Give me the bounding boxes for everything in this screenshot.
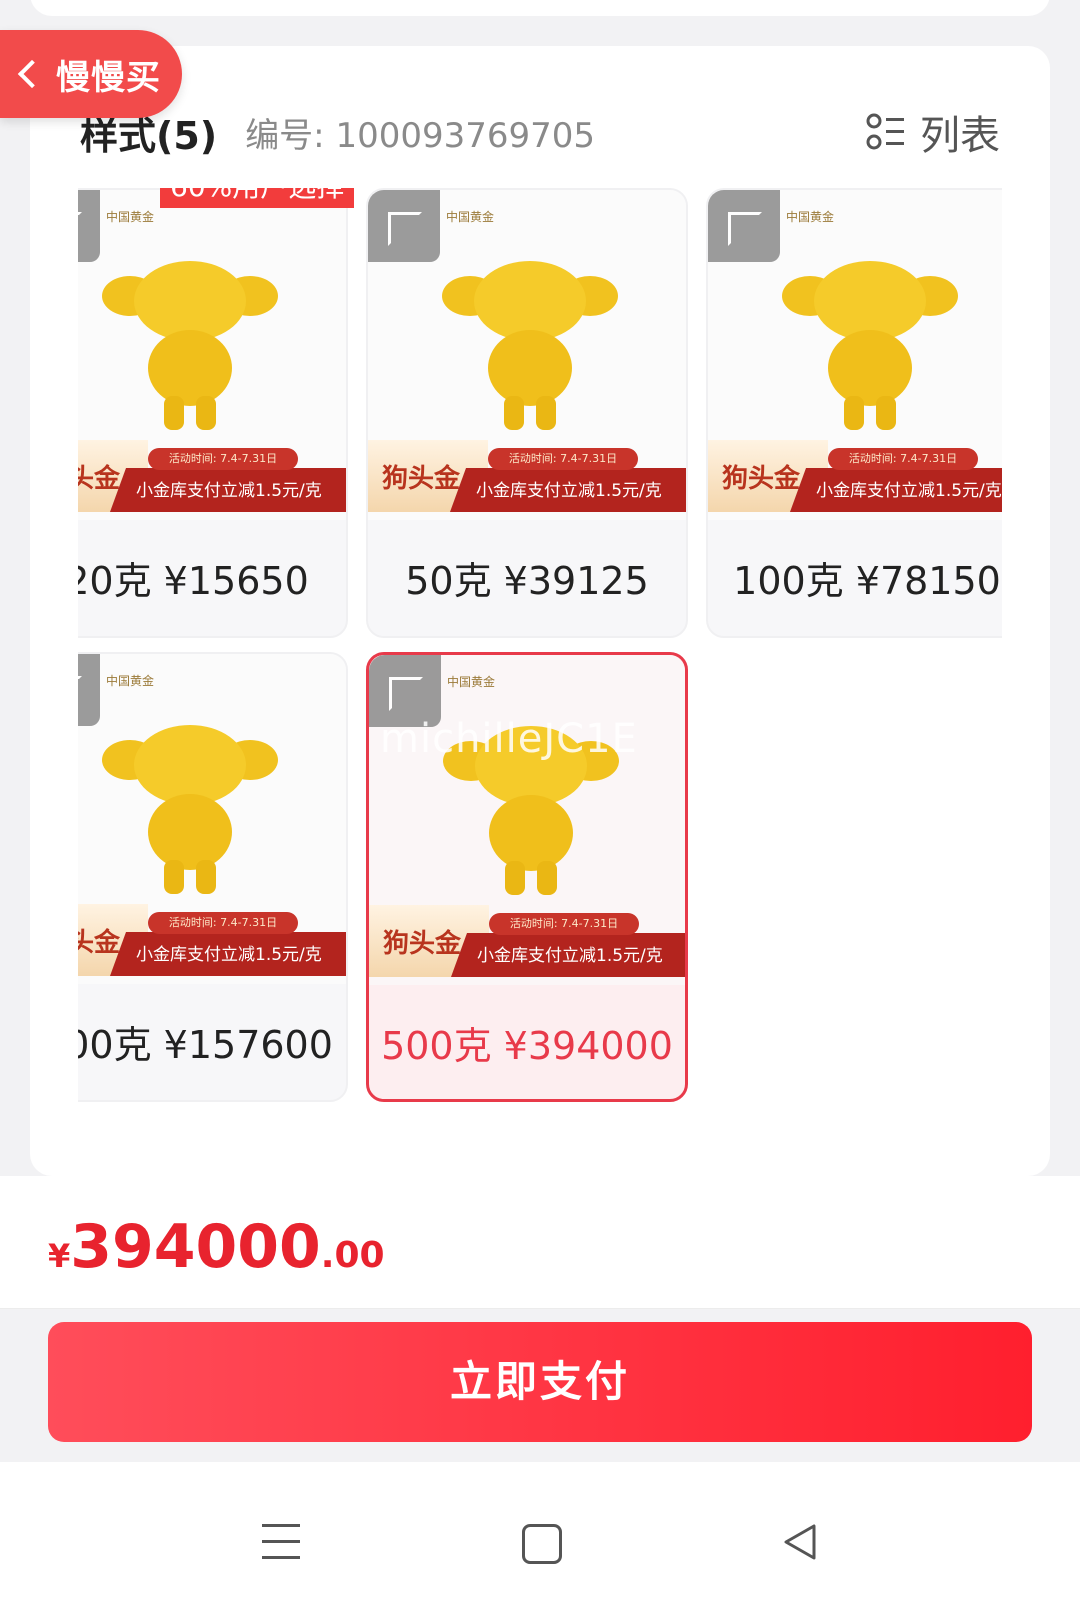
weight-price: 500克 ¥394000	[381, 1024, 673, 1068]
promo-banner: 狗头金 活动时间: 7.4-7.31日 小金库支付立减1.5元/克	[78, 440, 346, 512]
style-card-50g[interactable]: 中国黄金 狗头金 活动时间: 7.4-7.31日 小金库支付立减1.5元/克 5…	[366, 188, 688, 638]
brand-logo-text: 中国黄金	[446, 210, 495, 224]
total-decimal: .00	[320, 1235, 385, 1276]
watermark-text: michilleJC1E	[380, 716, 638, 762]
promo-text: 小金库支付立减1.5元/克	[816, 481, 1002, 501]
promo-date: 活动时间: 7.4-7.31日	[828, 448, 978, 470]
brand-logo-text: 中国黄金	[447, 675, 496, 689]
product-image: 中国黄金 狗头金 活动时间: 7.4-7.31日 小金库支付立减1.5元/克	[78, 190, 346, 520]
chevron-left-icon	[17, 59, 47, 89]
scan-icon	[368, 190, 440, 262]
promo-date: 活动时间: 7.4-7.31日	[148, 912, 298, 934]
product-image: 中国黄金 狗头金 活动时间: 7.4-7.31日 小金库支付立减1.5元/克	[368, 190, 686, 520]
promo-banner: 狗头金 活动时间: 7.4-7.31日 小金库支付立减1.5元/克	[369, 905, 685, 977]
product-label: 狗头金	[382, 464, 461, 494]
scan-icon	[78, 190, 100, 262]
back-button[interactable]: 慢慢买	[0, 30, 182, 118]
pay-now-button[interactable]: 立即支付	[48, 1322, 1032, 1442]
total-currency: ¥	[48, 1237, 71, 1275]
total-bar: ¥394000.00	[0, 1176, 1080, 1309]
style-card-200g[interactable]: 中国黄金 狗头金 活动时间: 7.4-7.31日 小金库支付立减1.5元/克 2…	[78, 652, 348, 1102]
total-integer: 394000	[70, 1212, 321, 1282]
total-price: ¥394000.00	[48, 1212, 385, 1282]
product-label: 狗头金	[722, 464, 801, 494]
product-image: 中国黄金 狗头金 活动时间: 7.4-7.31日 小金库支付立减1.5元/克	[78, 654, 346, 984]
brand-logo-text: 中国黄金	[786, 210, 835, 224]
promo-text: 小金库支付立减1.5元/克	[136, 945, 322, 965]
weight-price: 100克 ¥78150	[733, 559, 1001, 603]
brand-logo-text: 中国黄金	[106, 210, 155, 224]
brand-logo-text: 中国黄金	[106, 674, 155, 688]
promo-banner: 狗头金 活动时间: 7.4-7.31日 小金库支付立减1.5元/克	[368, 440, 686, 512]
product-label: 狗头金	[78, 464, 121, 494]
product-code: 编号: 100093769705	[245, 115, 596, 156]
promo-text: 小金库支付立减1.5元/克	[136, 481, 322, 501]
list-view-label: 列表	[920, 113, 1000, 159]
gold-dog-image	[102, 725, 278, 894]
gold-dog-image	[442, 261, 618, 430]
previous-card-edge	[30, 0, 1050, 16]
promo-banner: 狗头金 活动时间: 7.4-7.31日 小金库支付立减1.5元/克	[708, 440, 1002, 512]
weight-price: 200克 ¥157600	[78, 1023, 333, 1067]
popular-badge: 60%用户选择	[160, 188, 355, 208]
home-icon[interactable]	[522, 1524, 562, 1564]
product-image: 中国黄金 狗头金 活动时间: 7.4-7.31日 小金库支付立减1.5元/克	[708, 190, 1002, 520]
back-label: 慢慢买	[56, 57, 161, 98]
product-image: 中国黄金 狗头金 活动时间: 7.4-7.31日 小金库支付立减1.5元/克	[369, 655, 685, 985]
style-card-20g[interactable]: 中国黄金 狗头金 活动时间: 7.4-7.31日 小金库支付立减1.5元/克 2…	[78, 188, 355, 638]
back-icon[interactable]	[780, 1522, 820, 1562]
promo-banner: 狗头金 活动时间: 7.4-7.31日 小金库支付立减1.5元/克	[78, 904, 346, 976]
scan-icon	[78, 654, 100, 726]
style-card-100g[interactable]: 中国黄金 狗头金 活动时间: 7.4-7.31日 小金库支付立减1.5元/克 1…	[706, 188, 1002, 638]
gold-dog-image	[782, 261, 958, 430]
scan-icon	[708, 190, 780, 262]
menu-icon[interactable]	[262, 1524, 300, 1560]
style-grid: 中国黄金 狗头金 活动时间: 7.4-7.31日 小金库支付立减1.5元/克 2…	[78, 188, 1002, 1128]
product-label: 狗头金	[383, 929, 462, 959]
list-icon	[866, 113, 904, 150]
promo-date: 活动时间: 7.4-7.31日	[489, 913, 639, 935]
product-label: 狗头金	[78, 928, 121, 958]
style-header: 样式(5) 编号: 100093769705 列表	[80, 100, 1000, 164]
promo-date: 活动时间: 7.4-7.31日	[488, 448, 638, 470]
weight-price: 50克 ¥39125	[405, 559, 649, 603]
promo-date: 活动时间: 7.4-7.31日	[148, 448, 298, 470]
system-nav-bar	[0, 1462, 1080, 1610]
list-view-button[interactable]: 列表	[866, 103, 1000, 161]
promo-text: 小金库支付立减1.5元/克	[477, 946, 663, 966]
weight-price: 20克 ¥15650	[78, 559, 309, 603]
gold-dog-image	[102, 261, 278, 430]
promo-text: 小金库支付立减1.5元/克	[476, 481, 662, 501]
